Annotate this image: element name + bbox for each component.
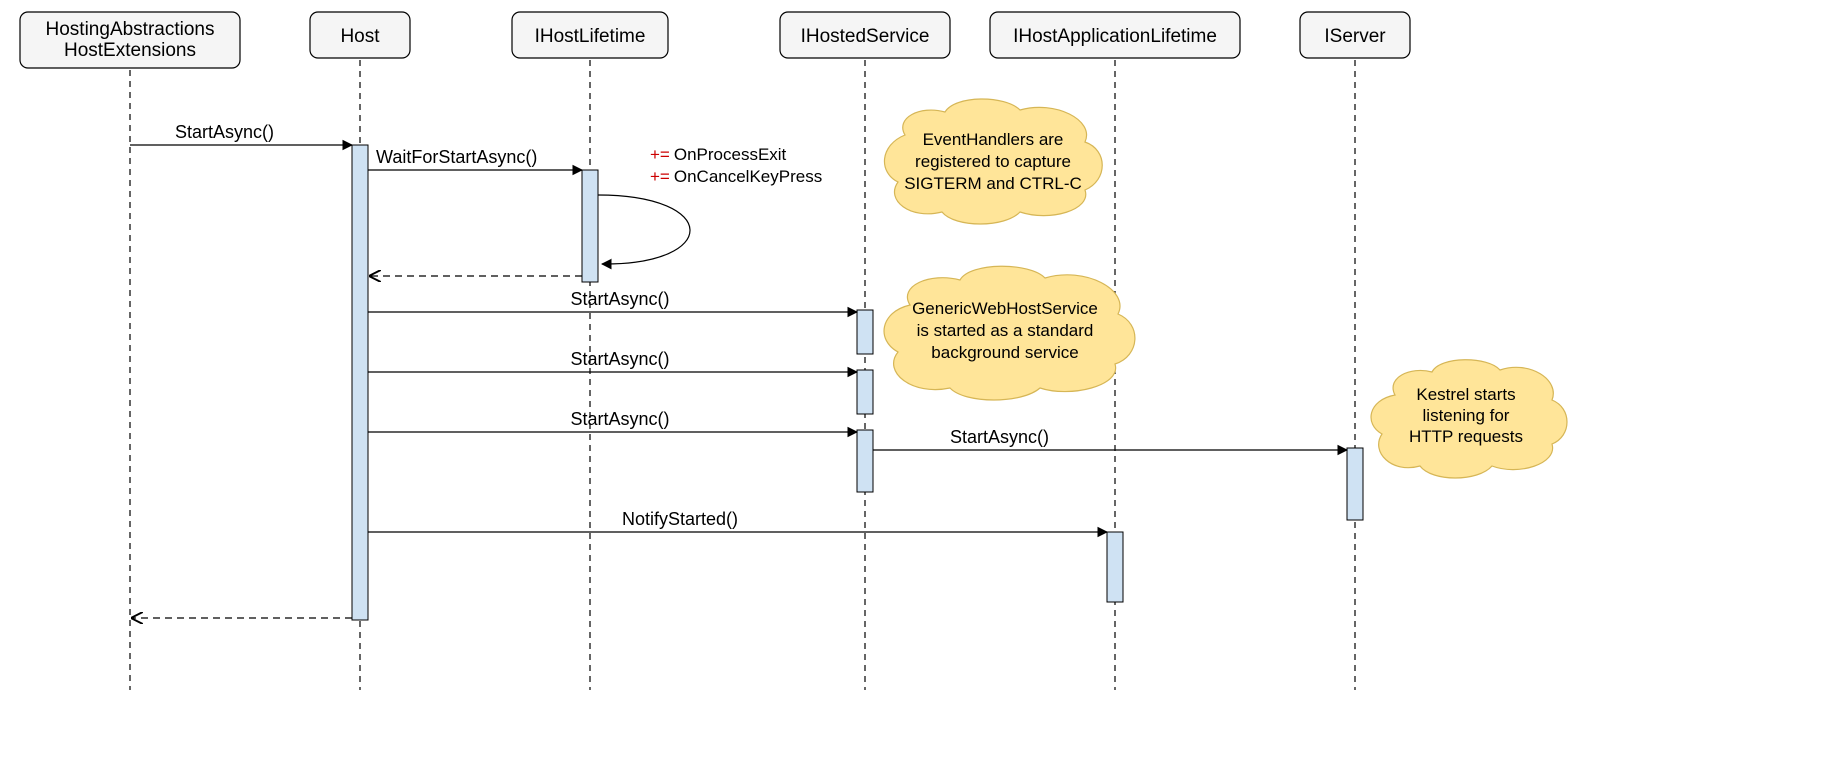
note-genericwebhost: GenericWebHostService is started as a st… — [884, 266, 1135, 400]
message-label: StartAsync() — [570, 349, 669, 369]
message-label: StartAsync() — [950, 427, 1049, 447]
participant-label: IServer — [1324, 26, 1386, 47]
svg-text:HTTP requests: HTTP requests — [1409, 427, 1523, 446]
event-prefix: +=OnCancelKeyPress — [650, 167, 822, 186]
participant-label: IHostedService — [801, 26, 930, 47]
message-label: WaitForStartAsync() — [376, 147, 537, 167]
participant-label: HostingAbstractions — [46, 19, 215, 40]
participant-label: HostExtensions — [64, 40, 196, 61]
participant-label: Host — [340, 26, 380, 47]
activation-iserver — [1347, 448, 1363, 520]
activation-ihostedservice-1 — [857, 310, 873, 354]
svg-text:background service: background service — [931, 343, 1078, 362]
svg-text:Kestrel starts: Kestrel starts — [1416, 385, 1515, 404]
svg-text:SIGTERM and CTRL-C: SIGTERM and CTRL-C — [904, 174, 1082, 193]
message-label: StartAsync() — [175, 122, 274, 142]
activation-ihostedservice-3 — [857, 430, 873, 492]
note-eventhandlers: EventHandlers are registered to capture … — [884, 99, 1102, 224]
participant-label: IHostLifetime — [535, 26, 646, 47]
svg-text:GenericWebHostService: GenericWebHostService — [912, 299, 1098, 318]
message-label: StartAsync() — [570, 409, 669, 429]
activation-ihostapplicationlifetime — [1107, 532, 1123, 602]
svg-text:EventHandlers are: EventHandlers are — [923, 130, 1064, 149]
svg-text:is started as a standard: is started as a standard — [917, 321, 1094, 340]
sequence-diagram: HostingAbstractions HostExtensions Host … — [0, 0, 1836, 763]
svg-text:listening for: listening for — [1423, 406, 1510, 425]
activation-host — [352, 145, 368, 620]
note-kestrel: Kestrel starts listening for HTTP reques… — [1371, 360, 1567, 478]
svg-text:registered to capture: registered to capture — [915, 152, 1071, 171]
message-label: StartAsync() — [570, 289, 669, 309]
message-label: NotifyStarted() — [622, 509, 738, 529]
participant-label: IHostApplicationLifetime — [1013, 26, 1217, 47]
activation-ihostedservice-2 — [857, 370, 873, 414]
self-message-eventhandlers — [598, 195, 690, 264]
event-prefix: +=OnProcessExit — [650, 145, 787, 164]
activation-ihostlifetime — [582, 170, 598, 282]
